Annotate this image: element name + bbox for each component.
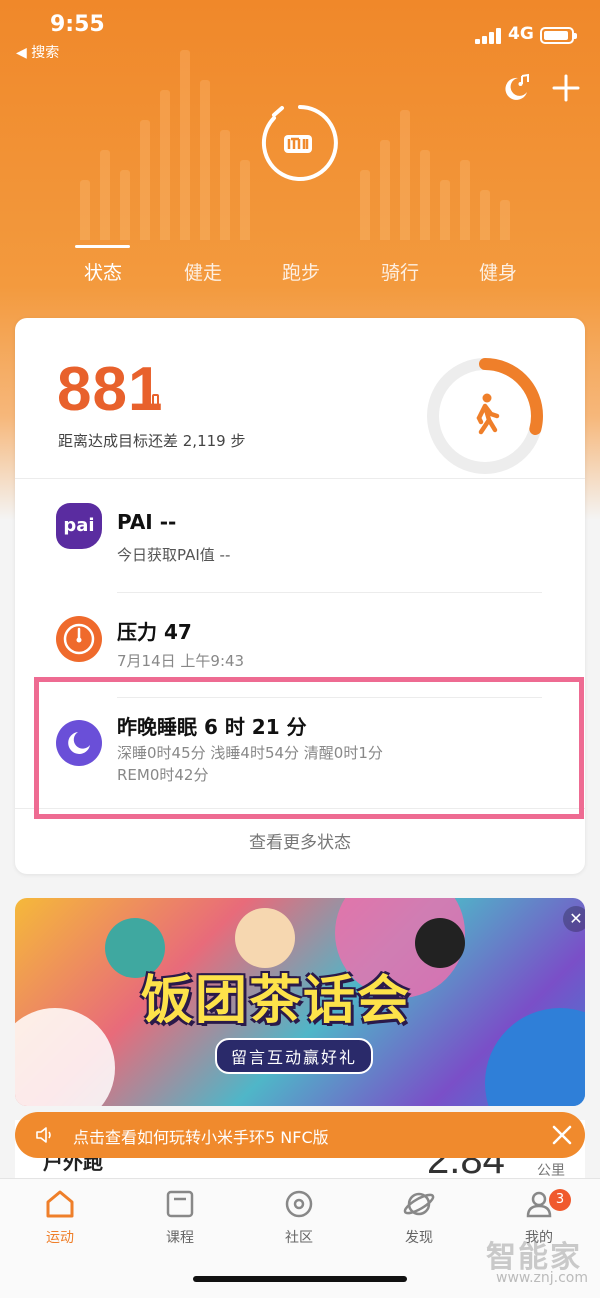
status-bar: 9:55 ◀ 搜索 4G — [0, 0, 600, 70]
step-count[interactable]: 881 — [57, 354, 163, 425]
nav-community[interactable]: 社区 — [249, 1187, 349, 1247]
more-status-link[interactable]: 查看更多状态 — [15, 828, 585, 853]
banner-subtitle: 留言互动赢好礼 — [215, 1038, 374, 1074]
status-time: 9:55 — [50, 12, 105, 37]
tab-walking[interactable]: 健走 — [153, 258, 253, 285]
stress-gauge-icon — [56, 616, 102, 662]
tab-cycling[interactable]: 骑行 — [350, 258, 450, 285]
divider — [15, 478, 585, 479]
battery-icon — [540, 27, 577, 44]
stress-time: 7月14日 上午9:43 — [117, 652, 245, 670]
divider — [117, 592, 542, 593]
notice-close-icon[interactable] — [549, 1122, 575, 1148]
pai-icon: pai — [56, 503, 102, 549]
planet-icon — [403, 1192, 435, 1216]
back-to-search-link[interactable]: ◀ 搜索 — [16, 42, 59, 62]
tab-running[interactable]: 跑步 — [251, 258, 351, 285]
stress-title[interactable]: 压力 47 — [117, 616, 192, 645]
mi-logo — [260, 103, 340, 183]
pai-title[interactable]: PAI -- — [117, 510, 176, 534]
signal-icon — [475, 28, 503, 44]
tab-fitness[interactable]: 健身 — [448, 258, 548, 285]
watermark-url: www.znj.com — [496, 1270, 588, 1286]
nav-label: 发现 — [405, 1230, 433, 1246]
sport-tabs: 状态 健走 跑步 骑行 健身 — [50, 258, 550, 298]
banner-close-icon[interactable]: ✕ — [563, 906, 585, 932]
network-type: 4G — [508, 24, 534, 44]
notice-text: 点击查看如何玩转小米手环5 NFC版 — [73, 1128, 329, 1147]
nav-label: 社区 — [285, 1230, 313, 1246]
home-icon — [46, 1190, 74, 1218]
sleep-music-icon[interactable] — [500, 72, 532, 104]
nav-sport[interactable]: 运动 — [10, 1187, 110, 1247]
walking-icon — [476, 393, 500, 435]
pai-subtitle: 今日获取PAI值 -- — [117, 546, 231, 564]
community-icon — [285, 1190, 313, 1218]
nav-discover[interactable]: 发现 — [369, 1187, 469, 1247]
notice-bar[interactable]: 点击查看如何玩转小米手环5 NFC版 — [15, 1112, 585, 1158]
pai-icon-label: pai — [63, 515, 95, 536]
outdoor-run-unit: 公里 — [537, 1163, 565, 1179]
promo-banner[interactable]: 饭团茶话会 留言互动赢好礼 ✕ — [15, 898, 585, 1106]
nav-courses[interactable]: 课程 — [130, 1187, 230, 1247]
sleep-highlight-frame — [34, 677, 584, 819]
nav-label: 运动 — [46, 1230, 74, 1246]
tab-status[interactable]: 状态 — [53, 258, 153, 285]
speaker-icon — [35, 1125, 55, 1145]
band-icon — [152, 394, 159, 409]
home-indicator[interactable] — [193, 1276, 407, 1282]
banner-title: 饭团茶话会 — [141, 971, 412, 1031]
steps-remaining-text: 距离达成目标还差 2,119 步 — [58, 432, 246, 450]
tab-active-indicator — [75, 245, 130, 248]
step-progress-ring[interactable] — [425, 356, 545, 476]
course-icon — [166, 1190, 194, 1218]
nav-label: 课程 — [166, 1230, 194, 1246]
notification-badge: 3 — [549, 1189, 571, 1211]
add-icon[interactable] — [550, 72, 582, 104]
